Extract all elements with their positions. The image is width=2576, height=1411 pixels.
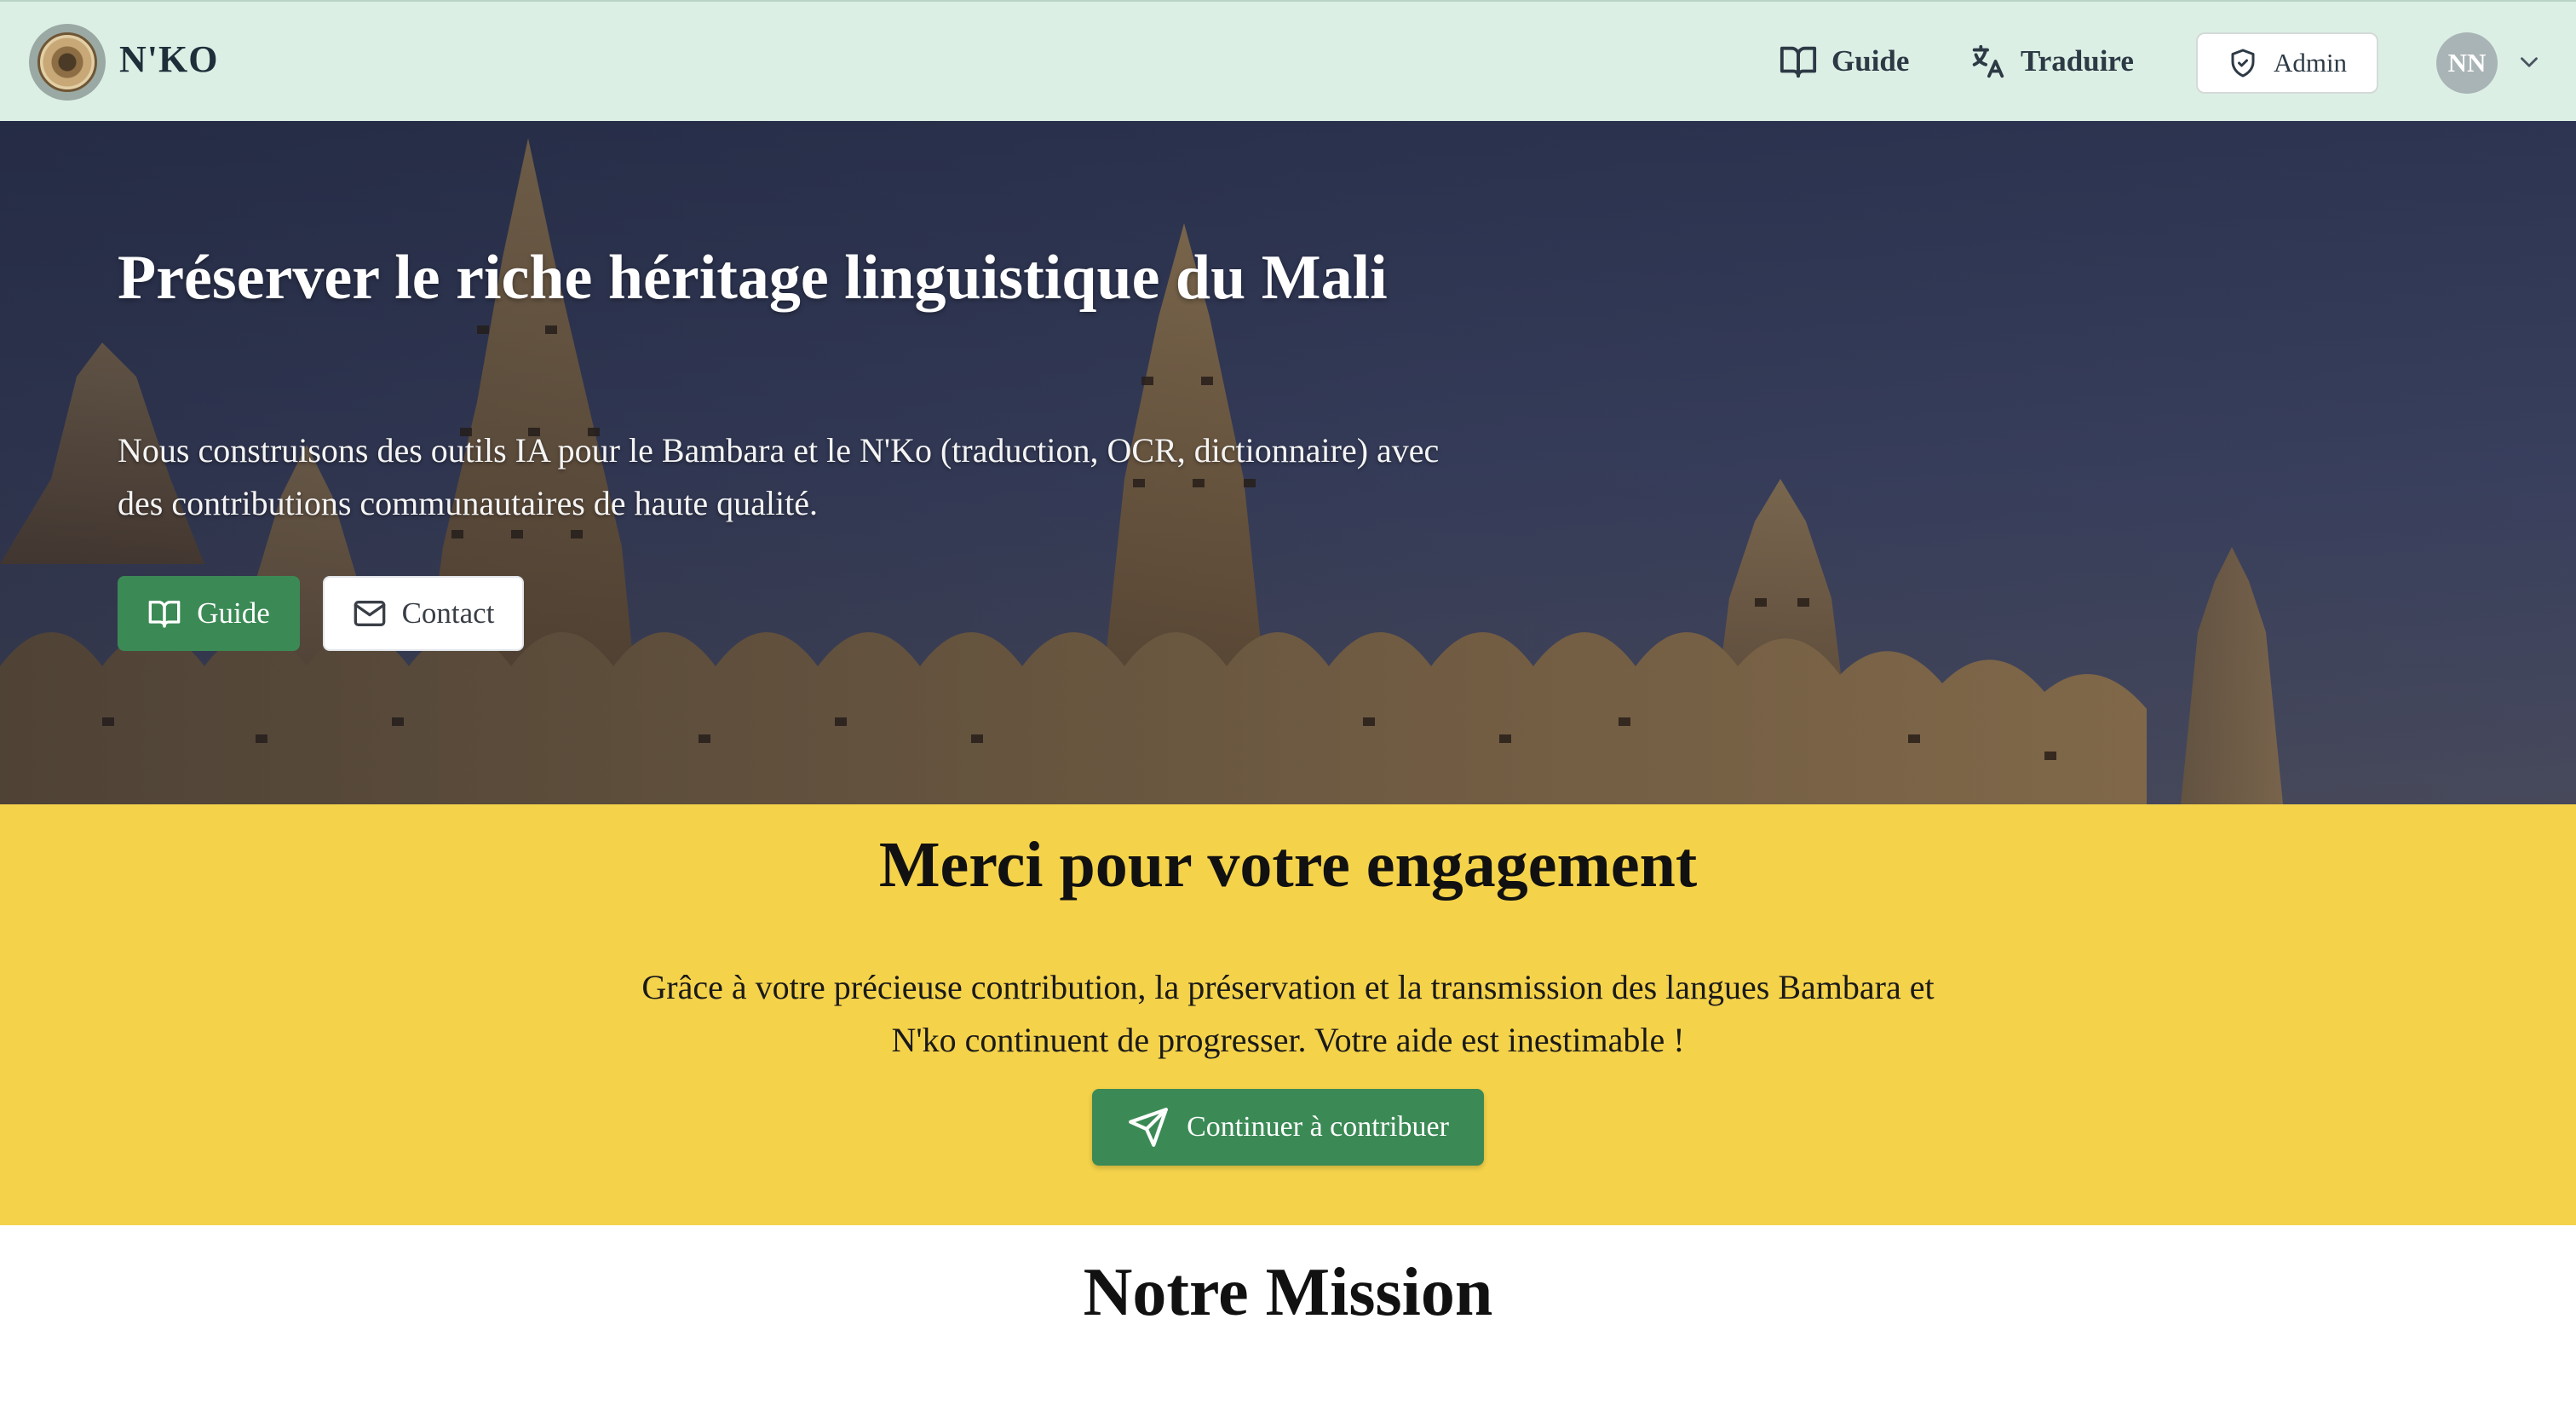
hero-contact-button[interactable]: Contact [323,576,524,651]
hero-section: Préserver le riche héritage linguistique… [0,121,2576,804]
nav-traduire-link[interactable]: Traduire [1968,36,2134,87]
top-navbar: N'KO Guide Traduire Admin NN [0,0,2576,121]
continue-contributing-label: Continuer à contribuer [1187,1111,1449,1143]
hero-guide-label: Guide [197,596,270,630]
chevron-down-icon[interactable] [2515,48,2544,77]
mail-icon [354,601,385,626]
book-open-icon [148,601,181,628]
hero-subtitle: Nous construisons des outils IA pour le … [118,431,1440,522]
nav-guide-label: Guide [1831,44,1910,78]
avatar[interactable]: NN [2436,32,2498,94]
logo-emblem-icon [37,32,97,92]
engagement-title: Merci pour votre engagement [878,829,1698,901]
continue-contributing-button[interactable]: Continuer à contribuer [1092,1089,1484,1166]
hero-guide-button[interactable]: Guide [118,576,300,651]
hero-contact-label: Contact [401,596,495,630]
languages-icon [1972,44,2004,78]
engagement-section: Merci pour votre engagement Grâce à votr… [0,804,2576,1225]
logo[interactable] [29,24,106,101]
mission-title: Notre Mission [1083,1255,1493,1330]
hero-title: Préserver le riche héritage linguistique… [118,243,1388,313]
engagement-text: Grâce à votre précieuse contribution, la… [641,968,1935,1059]
book-open-icon [1780,46,1817,78]
shield-check-icon [2231,49,2255,78]
admin-label: Admin [2273,48,2348,78]
admin-button[interactable]: Admin [2196,32,2378,94]
nav-traduire-label: Traduire [2021,44,2134,78]
send-icon [1129,1108,1169,1147]
nav-guide-link[interactable]: Guide [1779,36,1909,87]
brand-name[interactable]: N'KO [119,37,218,81]
